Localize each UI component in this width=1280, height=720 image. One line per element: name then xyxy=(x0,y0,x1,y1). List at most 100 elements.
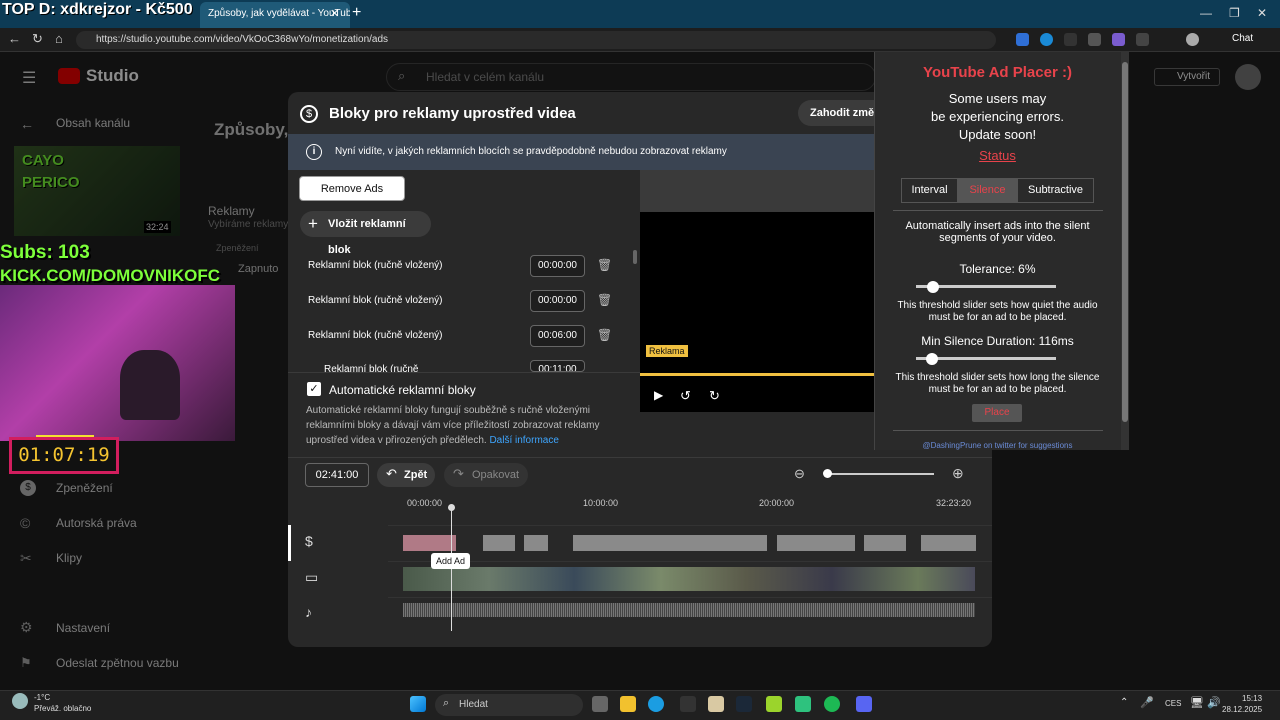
ad-marker-label: Reklama xyxy=(646,345,688,357)
tolerance-slider-knob[interactable] xyxy=(927,281,939,293)
zoom-out-icon[interactable]: ⊖ xyxy=(794,466,805,482)
remove-ads-button[interactable]: Remove Ads xyxy=(299,176,405,201)
auto-blocks-checkbox[interactable]: ✓ xyxy=(307,382,321,396)
ad-placer-extension-icon[interactable] xyxy=(1112,33,1125,46)
dollar-icon: $ xyxy=(300,105,318,123)
reload-icon[interactable]: ↻ xyxy=(32,31,43,47)
clock-date: 28.12.2025 xyxy=(1222,705,1263,714)
music-note-icon: ♪ xyxy=(305,604,312,620)
audio-waveform xyxy=(403,603,975,617)
spotify-icon[interactable] xyxy=(824,696,840,712)
forward-10-icon[interactable]: ↻ xyxy=(709,388,720,404)
plus-icon: + xyxy=(308,214,318,233)
tab-interval[interactable]: Interval xyxy=(901,178,958,203)
auto-blocks-description: Automatické reklamní bloky fungují soubě… xyxy=(306,403,626,448)
insert-ad-block-button[interactable]: Vložit reklamní blok xyxy=(300,211,431,256)
ad-break-segment[interactable] xyxy=(777,535,855,551)
microphone-icon[interactable]: 🎤 xyxy=(1140,696,1154,709)
profile-avatar[interactable] xyxy=(1186,33,1199,46)
divider xyxy=(893,210,1103,211)
extension-icon-2[interactable] xyxy=(1040,33,1053,46)
app-icon[interactable] xyxy=(708,696,724,712)
windows-start-icon[interactable] xyxy=(410,696,426,712)
popup-title: YouTube Ad Placer :) xyxy=(923,64,1072,81)
notice-line: Update soon! xyxy=(958,127,1037,142)
timeline-tick: 00:00:00 xyxy=(407,498,443,508)
file-explorer-icon[interactable] xyxy=(620,696,636,712)
discord-icon[interactable] xyxy=(856,696,872,712)
current-time-field[interactable]: 02:41:00 xyxy=(305,463,369,487)
edge-icon[interactable] xyxy=(648,696,664,712)
trash-icon[interactable]: 🗑 xyxy=(597,258,612,272)
trash-icon[interactable]: 🗑 xyxy=(597,293,612,307)
ad-block-time[interactable]: 00:11:00 xyxy=(530,360,585,372)
zoom-slider-knob[interactable] xyxy=(823,469,832,478)
stream-timer: 01:07:19 xyxy=(9,437,119,474)
app-icon[interactable] xyxy=(680,696,696,712)
taskbar-search[interactable]: Hledat xyxy=(435,694,583,716)
tolerance-description: This threshold slider sets how quiet the… xyxy=(897,300,1098,323)
undo-icon: ↶ xyxy=(386,466,397,481)
ad-break-segment[interactable] xyxy=(573,535,767,551)
volume-icon[interactable]: 🔊 xyxy=(1207,696,1221,709)
subs-counter: Subs: 103 xyxy=(0,242,90,263)
timeline-playhead[interactable] xyxy=(451,507,452,631)
ad-break-segment[interactable] xyxy=(524,535,548,551)
extension-icon-3[interactable] xyxy=(1064,33,1077,46)
extension-icon-4[interactable] xyxy=(1088,33,1101,46)
tab-silence[interactable]: Silence xyxy=(958,178,1017,203)
ad-block-time[interactable]: 00:00:00 xyxy=(530,290,585,312)
tab-subtractive[interactable]: Subtractive xyxy=(1017,178,1094,203)
chevron-up-icon[interactable]: ⌃ xyxy=(1120,697,1128,708)
webcam-overlay xyxy=(0,285,235,441)
ad-break-segment[interactable] xyxy=(921,535,976,551)
steam-icon[interactable] xyxy=(736,696,752,712)
chat-button[interactable]: Chat xyxy=(1232,30,1253,48)
zoom-in-icon[interactable]: ⊕ xyxy=(952,465,964,482)
min-silence-slider-knob[interactable] xyxy=(926,353,938,365)
popup-scrollbar-thumb[interactable] xyxy=(1122,62,1128,422)
tab-active[interactable]: Způsoby, jak vydělávat - YouTube xyxy=(200,2,350,28)
weather-icon[interactable] xyxy=(12,693,28,709)
app-icon[interactable] xyxy=(795,696,811,712)
tab-close-icon[interactable]: ✕ xyxy=(330,7,339,20)
play-icon[interactable]: ▶ xyxy=(654,388,663,402)
more-info-link[interactable]: Další informace xyxy=(489,435,558,446)
popup-footer-link[interactable]: @DashingPrune on twitter for suggestions xyxy=(875,441,1120,450)
weather-desc[interactable]: Převáž. oblačno xyxy=(34,704,91,713)
weather-temp[interactable]: -1°C xyxy=(34,693,50,702)
trash-icon[interactable]: 🗑 xyxy=(597,328,612,342)
puzzle-icon[interactable] xyxy=(1136,33,1149,46)
new-tab-button[interactable]: + xyxy=(352,4,361,22)
info-icon: i xyxy=(306,144,322,160)
network-icon[interactable]: 🖥 xyxy=(1190,696,1204,709)
ad-block-time[interactable]: 00:00:00 xyxy=(530,255,585,277)
extension-icon-1[interactable] xyxy=(1016,33,1029,46)
ad-break-segment[interactable] xyxy=(864,535,906,551)
zoom-slider[interactable] xyxy=(828,473,934,475)
ad-break-segment[interactable] xyxy=(483,535,515,551)
back-icon[interactable]: ← xyxy=(8,31,21,46)
min-silence-label: Min Silence Duration: 116ms xyxy=(921,334,1074,348)
taskbar-clock[interactable]: 15:13 28.12.2025 xyxy=(1222,693,1262,715)
playhead-handle[interactable] xyxy=(448,504,455,511)
divider xyxy=(893,430,1103,431)
close-window-icon[interactable]: ✕ xyxy=(1257,6,1267,20)
minimize-icon[interactable]: — xyxy=(1200,6,1212,20)
ad-break-segment[interactable] xyxy=(403,535,456,551)
place-button[interactable]: Place xyxy=(972,404,1022,422)
maximize-icon[interactable]: ❐ xyxy=(1229,6,1240,20)
url-input[interactable]: https://studio.youtube.com/video/VkOoC36… xyxy=(76,31,996,49)
home-icon[interactable]: ⌂ xyxy=(55,31,63,46)
app-icon[interactable] xyxy=(766,696,782,712)
rewind-10-icon[interactable]: ↺ xyxy=(680,388,691,404)
dollar-icon: $ xyxy=(305,533,313,549)
taskbar xyxy=(0,690,1280,720)
list-scrollbar[interactable] xyxy=(633,250,637,264)
language-indicator[interactable]: CES xyxy=(1165,699,1181,708)
ad-block-time[interactable]: 00:06:00 xyxy=(530,325,585,347)
status-link[interactable]: Status xyxy=(875,148,1120,163)
task-view-icon[interactable] xyxy=(592,696,608,712)
streamer-figure xyxy=(120,350,180,420)
video-thumbnails-strip xyxy=(403,567,975,591)
